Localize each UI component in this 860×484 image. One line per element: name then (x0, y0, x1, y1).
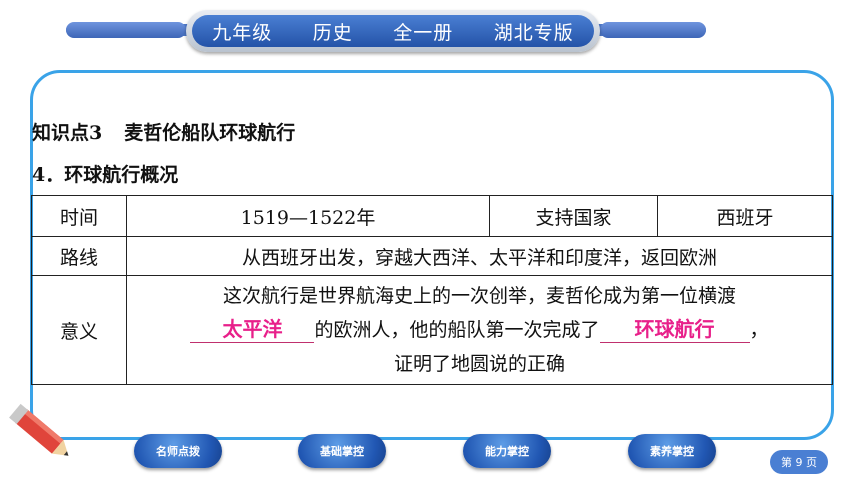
significance-line-3: 证明了地圆说的正确 (393, 353, 565, 375)
time-value: 1519—1522年 (126, 195, 490, 237)
route-value: 从西班牙出发，穿越大西洋、太平洋和印度洋，返回欧洲 (126, 236, 833, 276)
knowledge-title: 麦哲伦船队环球航行 (124, 122, 296, 144)
table-row: 路线 从西班牙出发，穿越大西洋、太平洋和印度洋，返回欧洲 (31, 236, 833, 276)
nav-button-basic[interactable]: 基础掌控 (298, 434, 386, 468)
nav-button-teacher-tips[interactable]: 名师点拨 (134, 434, 222, 468)
answer-blank-circumnavigation: 环球航行 (599, 316, 750, 343)
table-row: 时间 1519—1522年 支持国家 西班牙 (31, 195, 833, 237)
country-label: 支持国家 (489, 195, 658, 237)
voyage-table: 时间 1519—1522年 支持国家 西班牙 路线 从西班牙出发，穿越大西洋、太… (31, 195, 833, 385)
page-number: 第 9 页 (770, 450, 828, 474)
title-inner: 九年级 历史 全一册 湖北专版 (192, 15, 594, 47)
nav-button-literacy[interactable]: 素养掌控 (628, 434, 716, 468)
header-grade: 九年级 (212, 21, 273, 44)
significance-mid: 的欧洲人，他的船队第一次完成了 (314, 319, 600, 341)
header-volume: 全一册 (393, 21, 454, 44)
knowledge-heading: 知识点3 麦哲伦船队环球航行 (32, 118, 295, 145)
knowledge-point-label: 知识点3 (32, 122, 103, 144)
header-bar-right (600, 22, 706, 38)
significance-end: ， (749, 319, 769, 341)
route-label: 路线 (31, 236, 127, 276)
header-bar-left (66, 22, 186, 38)
significance-value: 这次航行是世界航海史上的一次创举，麦哲伦成为第一位横渡 太平洋 的欧洲人，他的船队… (126, 275, 833, 385)
significance-label: 意义 (31, 275, 127, 385)
section-heading: 4．环球航行概况 (32, 164, 179, 186)
pencil-icon (9, 403, 69, 456)
significance-line-2: 太平洋 的欧洲人，他的船队第一次完成了 环球航行， (133, 313, 826, 347)
time-label: 时间 (31, 195, 127, 237)
table-row: 意义 这次航行是世界航海史上的一次创举，麦哲伦成为第一位横渡 太平洋 的欧洲人，他… (31, 275, 833, 385)
answer-blank-pacific: 太平洋 (190, 316, 315, 343)
title-pill: 九年级 历史 全一册 湖北专版 (186, 10, 600, 52)
header-subject: 历史 (312, 21, 353, 44)
significance-line-1: 这次航行是世界航海史上的一次创举，麦哲伦成为第一位横渡 (222, 285, 736, 307)
country-value: 西班牙 (657, 195, 833, 237)
header-edition: 湖北专版 (493, 21, 574, 44)
nav-button-ability[interactable]: 能力掌控 (463, 434, 551, 468)
